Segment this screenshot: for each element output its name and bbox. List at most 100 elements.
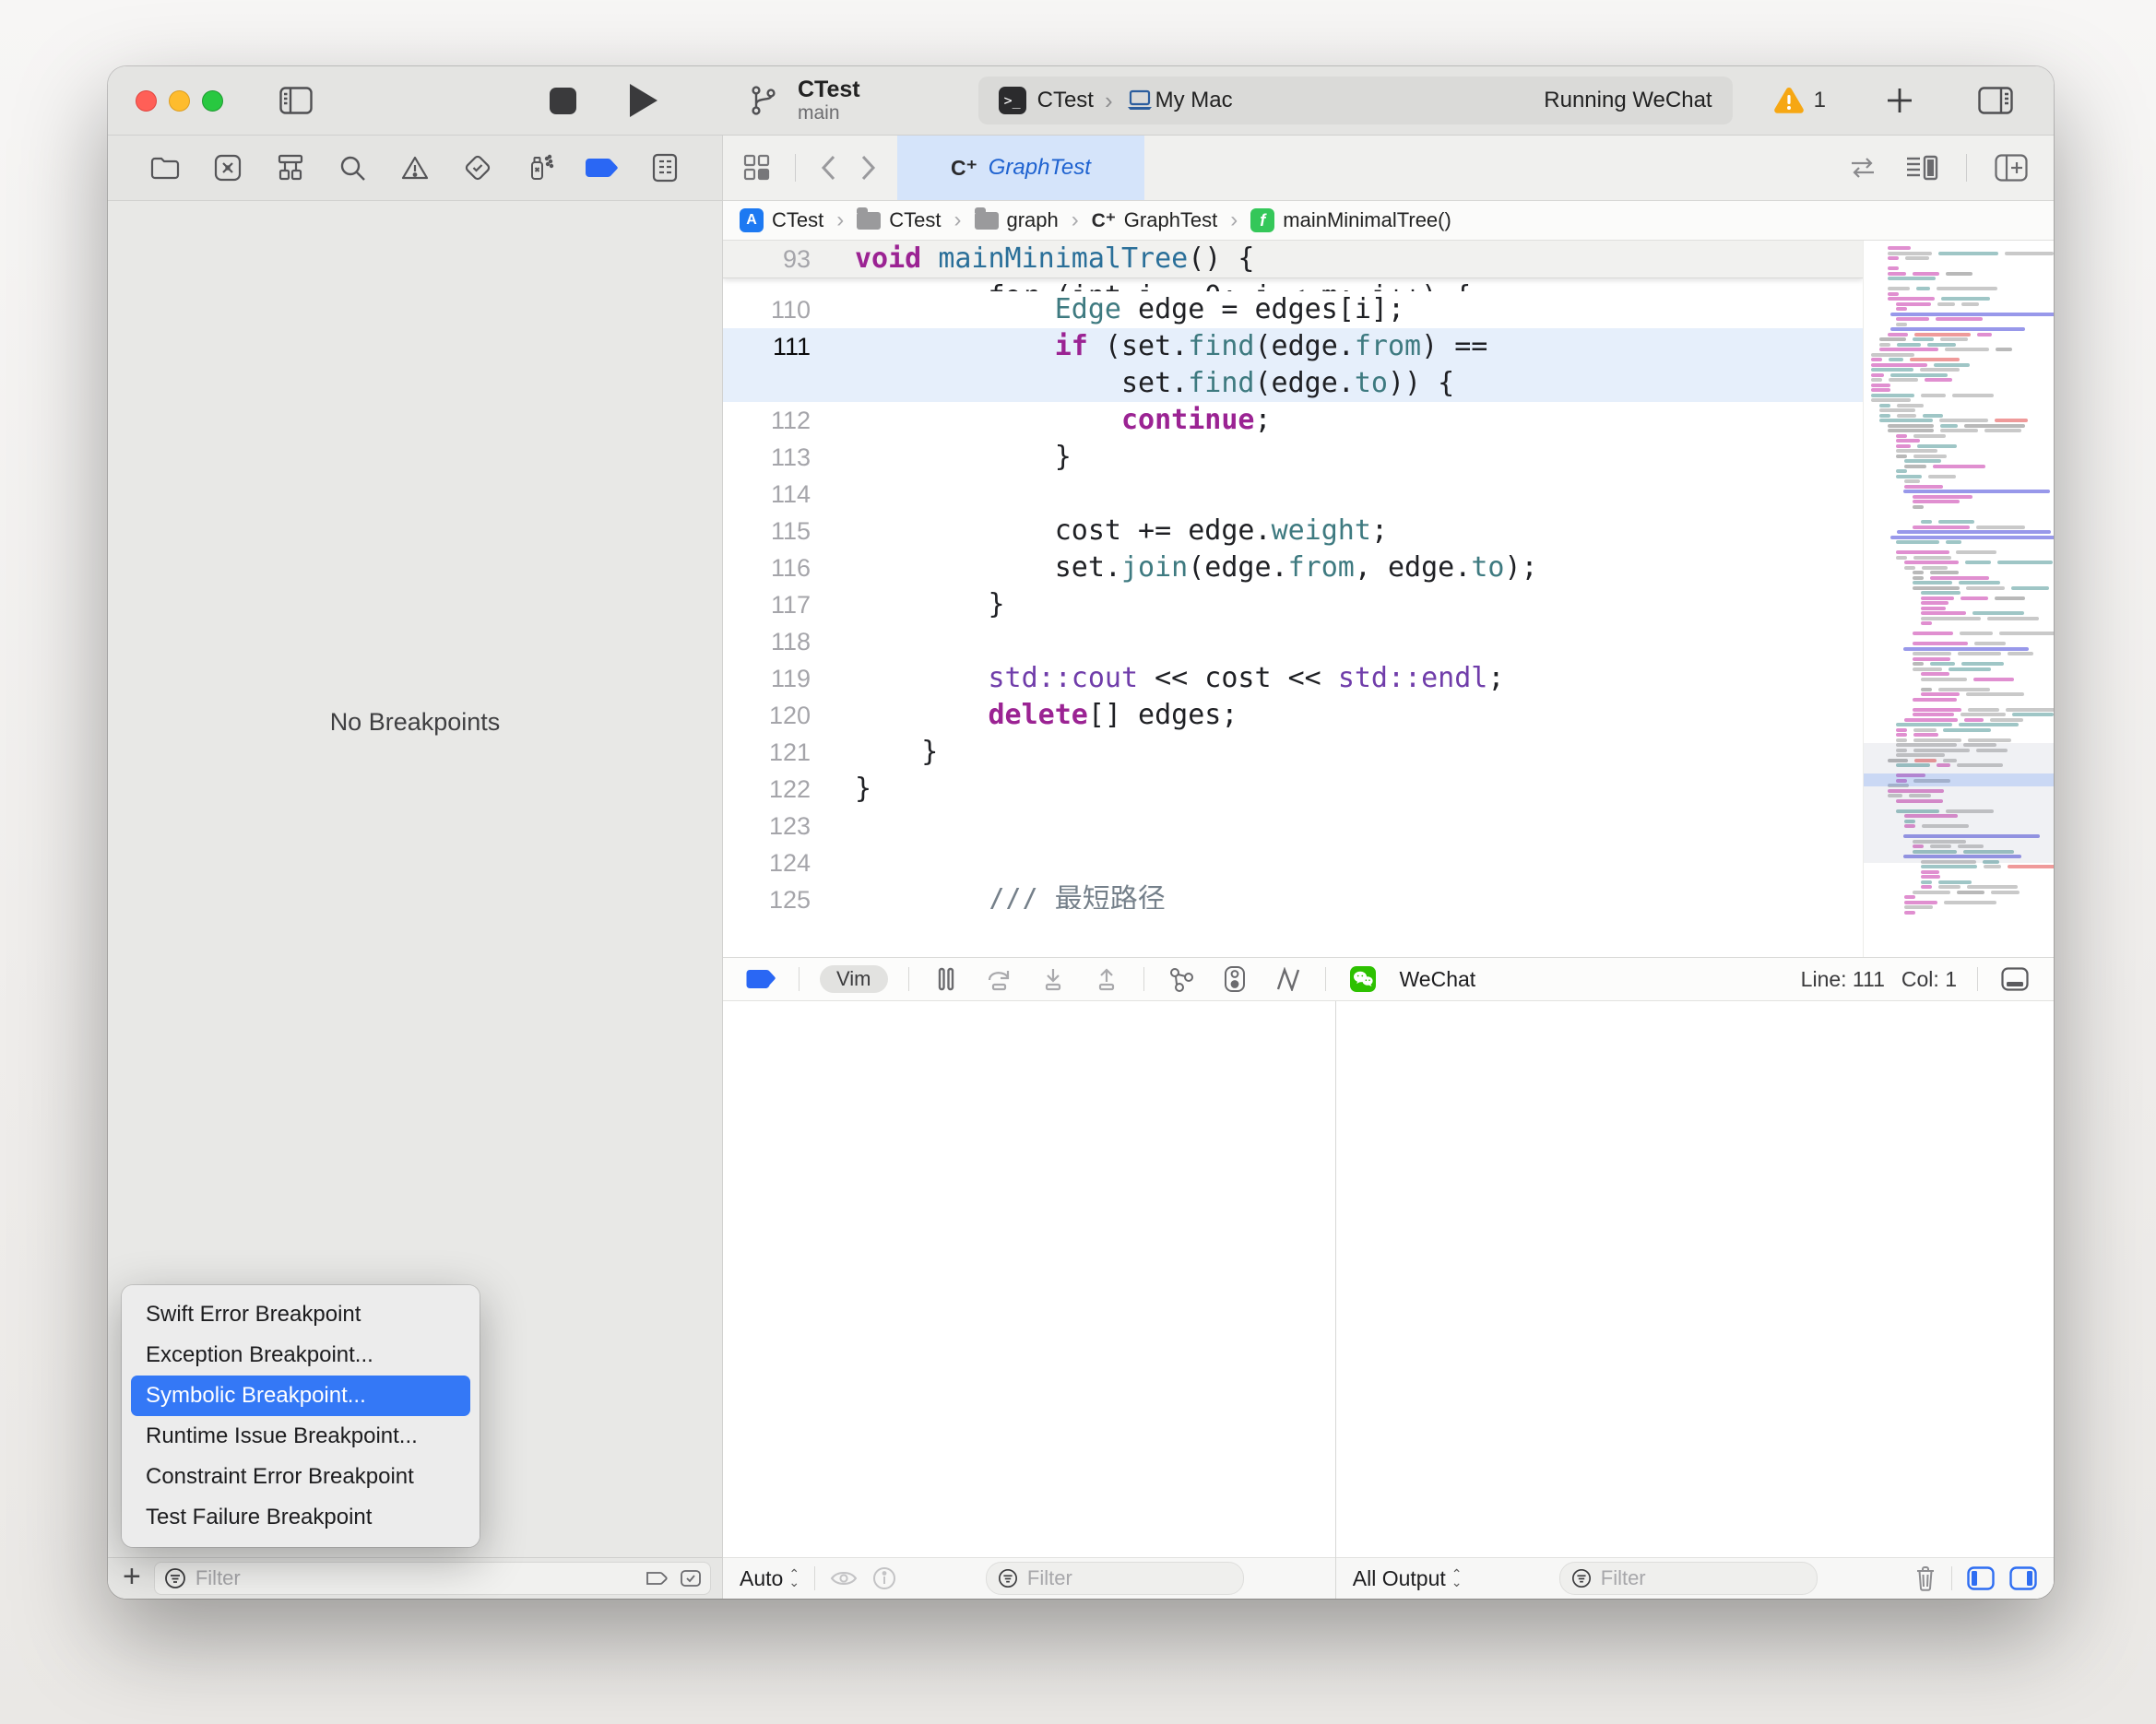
- quicklook-eye-icon[interactable]: [830, 1569, 858, 1588]
- console-scope-selector[interactable]: All Output ⌃⌄: [1353, 1566, 1463, 1591]
- variables-filter-input[interactable]: [1025, 1565, 1232, 1591]
- related-items-icon[interactable]: [743, 154, 771, 182]
- code-line-wrap[interactable]: set.find(edge.to)) {: [723, 365, 1863, 402]
- tab-graphtest[interactable]: C⁺ GraphTest: [897, 136, 1144, 200]
- line-number[interactable]: 110: [723, 291, 811, 328]
- code-line-125[interactable]: 125 /// 最短路径: [723, 881, 1863, 909]
- adjust-editor-options-icon[interactable]: [1905, 155, 1938, 181]
- code-line-115[interactable]: 115 cost += edge.weight;: [723, 513, 1863, 549]
- breadcrumb-item-mainminimaltree[interactable]: fmainMinimalTree(): [1250, 208, 1451, 232]
- running-process-name[interactable]: WeChat: [1400, 967, 1476, 992]
- code-line-113[interactable]: 113 }: [723, 439, 1863, 476]
- line-number[interactable]: 125: [723, 881, 811, 909]
- line-number[interactable]: 112: [723, 402, 811, 439]
- line-number[interactable]: 114: [723, 476, 811, 513]
- add-editor-icon[interactable]: [1995, 154, 2028, 182]
- code-line-117[interactable]: 117 }: [723, 586, 1863, 623]
- library-add-icon[interactable]: [1878, 82, 1921, 119]
- debug-navigator-icon[interactable]: [520, 148, 561, 188]
- minimap-visible-region[interactable]: [1864, 743, 2054, 863]
- enabled-breakpoints-toggle-icon[interactable]: [681, 1570, 701, 1587]
- scheme-target[interactable]: CTest: [1037, 88, 1094, 113]
- symbol-navigator-icon[interactable]: [270, 148, 311, 188]
- line-number[interactable]: 121: [723, 734, 811, 771]
- line-number[interactable]: 116: [723, 549, 811, 586]
- line-number[interactable]: 111: [723, 328, 811, 365]
- menu-item-runtime-issue-breakpoint[interactable]: Runtime Issue Breakpoint...: [131, 1416, 470, 1457]
- code-line-123[interactable]: 123: [723, 808, 1863, 844]
- code-line-112[interactable]: 112 continue;: [723, 402, 1863, 439]
- code-line-116[interactable]: 116 set.join(edge.from, edge.to);: [723, 549, 1863, 586]
- show-breakpoints-toggle-icon[interactable]: [646, 1570, 669, 1587]
- debug-memory-graph-icon[interactable]: [1218, 962, 1251, 996]
- menu-item-swift-error-breakpoint[interactable]: Swift Error Breakpoint: [131, 1294, 470, 1335]
- breadcrumb-item-ctest[interactable]: CTest: [857, 208, 941, 232]
- toggle-navigator-sidebar-icon[interactable]: [275, 82, 317, 119]
- step-into-icon[interactable]: [1037, 962, 1070, 996]
- show-console-view-icon[interactable]: [2009, 1566, 2037, 1590]
- go-forward-icon[interactable]: [860, 155, 877, 181]
- code-review-icon[interactable]: [1848, 156, 1878, 180]
- source-control-navigator-icon[interactable]: [207, 148, 248, 188]
- add-breakpoint-button[interactable]: +: [123, 1563, 141, 1590]
- code-line-93[interactable]: 93void mainMinimalTree() {: [723, 241, 1863, 278]
- clear-console-icon[interactable]: [1914, 1565, 1937, 1591]
- run-button[interactable]: [630, 84, 657, 117]
- line-number[interactable]: 119: [723, 660, 811, 697]
- code-line-118[interactable]: 118: [723, 623, 1863, 660]
- toggle-inspector-sidebar-icon[interactable]: [1974, 82, 2017, 119]
- step-out-icon[interactable]: [1090, 962, 1123, 996]
- console-filter-input[interactable]: [1599, 1565, 1806, 1591]
- go-back-icon[interactable]: [820, 155, 836, 181]
- code-line-110[interactable]: 110 Edge edge = edges[i];: [723, 291, 1863, 328]
- breakpoint-filter-field[interactable]: [154, 1562, 711, 1595]
- vim-mode-badge[interactable]: Vim: [820, 965, 888, 993]
- line-number[interactable]: 124: [723, 844, 811, 881]
- project-navigator-icon[interactable]: [145, 148, 185, 188]
- debug-view-hierarchy-icon[interactable]: [1165, 962, 1198, 996]
- test-navigator-icon[interactable]: [457, 148, 498, 188]
- show-variables-view-icon[interactable]: [1967, 1566, 1995, 1590]
- breakpoints-toggle-icon[interactable]: [745, 962, 778, 996]
- source-editor[interactable]: 93void mainMinimalTree() { for (int i = …: [723, 241, 2054, 957]
- code-line-124[interactable]: 124: [723, 844, 1863, 881]
- code-line-119[interactable]: 119 std::cout << cost << std::endl;: [723, 660, 1863, 697]
- report-navigator-icon[interactable]: [645, 148, 685, 188]
- issue-navigator-icon[interactable]: [395, 148, 435, 188]
- menu-item-constraint-error-breakpoint[interactable]: Constraint Error Breakpoint: [131, 1457, 470, 1497]
- code-line-wrap[interactable]: for (int i = 0; i < m; i++) {: [723, 278, 1863, 291]
- editor-minimap[interactable]: [1863, 241, 2054, 957]
- find-navigator-icon[interactable]: [332, 148, 373, 188]
- hide-debug-area-icon[interactable]: [1998, 962, 2032, 996]
- line-number[interactable]: [723, 278, 811, 291]
- issues-badge[interactable]: 1: [1773, 87, 1826, 114]
- line-number[interactable]: 115: [723, 513, 811, 549]
- line-number[interactable]: 120: [723, 697, 811, 734]
- menu-item-test-failure-breakpoint[interactable]: Test Failure Breakpoint: [131, 1497, 470, 1538]
- simulate-location-icon[interactable]: [1272, 962, 1305, 996]
- zoom-window-button[interactable]: [202, 90, 223, 112]
- close-window-button[interactable]: [136, 90, 157, 112]
- menu-item-symbolic-breakpoint[interactable]: Symbolic Breakpoint...: [131, 1376, 470, 1416]
- scheme-selector[interactable]: >_ CTest › My Mac Running WeChat: [978, 77, 1733, 124]
- breakpoint-filter-input[interactable]: [194, 1565, 638, 1591]
- code-line-114[interactable]: 114: [723, 476, 1863, 513]
- breadcrumb-item-graphtest[interactable]: C⁺GraphTest: [1092, 208, 1218, 232]
- jump-bar[interactable]: ACTest›CTest›graph›C⁺GraphTest›fmainMini…: [723, 201, 2054, 241]
- breadcrumb-item-ctest[interactable]: ACTest: [740, 208, 823, 232]
- line-number[interactable]: [723, 365, 811, 402]
- breakpoint-navigator-icon[interactable]: [582, 148, 622, 188]
- line-number[interactable]: 122: [723, 771, 811, 808]
- breadcrumb-item-graph[interactable]: graph: [975, 208, 1059, 232]
- step-over-icon[interactable]: [983, 962, 1016, 996]
- line-number[interactable]: 113: [723, 439, 811, 476]
- scheme-destination[interactable]: My Mac: [1155, 88, 1233, 113]
- console-filter-field[interactable]: [1559, 1562, 1818, 1595]
- line-number[interactable]: 118: [723, 623, 811, 660]
- console-output[interactable]: [1336, 1001, 2054, 1557]
- line-number[interactable]: 93: [723, 241, 811, 277]
- minimize-window-button[interactable]: [169, 90, 190, 112]
- print-description-icon[interactable]: [872, 1566, 896, 1590]
- code-line-120[interactable]: 120 delete[] edges;: [723, 697, 1863, 734]
- code-line-122[interactable]: 122}: [723, 771, 1863, 808]
